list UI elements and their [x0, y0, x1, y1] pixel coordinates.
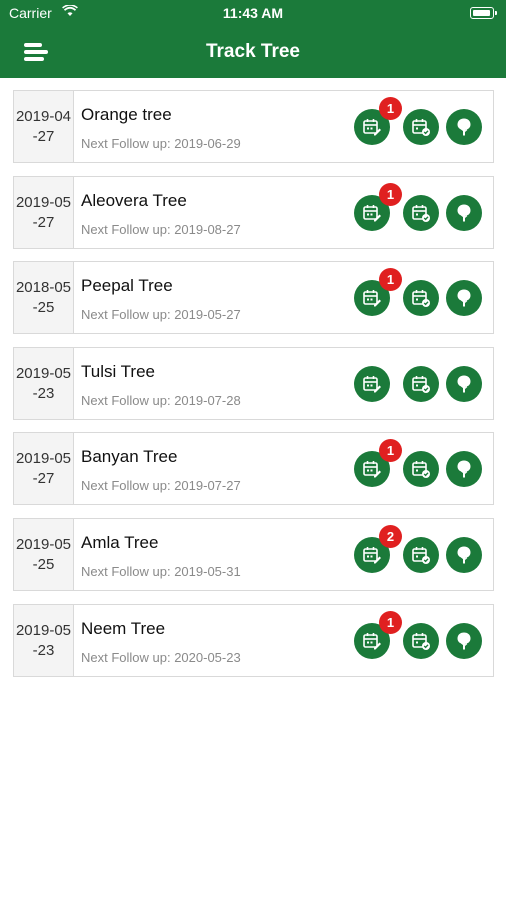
status-bar: Carrier 11:43 AM — [0, 0, 506, 28]
calendar-check-button[interactable] — [403, 365, 439, 402]
notification-badge: 1 — [379, 268, 402, 292]
notification-badge: 1 — [379, 439, 402, 463]
tree-name: Orange tree — [81, 105, 172, 124]
tree-name: Peepal Tree — [81, 276, 173, 296]
next-follow-up: Next Follow up: 2019-07-28 — [81, 392, 241, 408]
planting-date: 2019-05 -23 — [14, 604, 74, 676]
planting-date: 2019-04 -27 — [14, 91, 74, 162]
tree-row[interactable]: 2019-05 -27 Banyan Tree Next Follow up: 20… — [13, 432, 494, 506]
next-follow-up: Next Follow up: 2019-05-31 — [81, 563, 241, 579]
tree-button[interactable] — [446, 194, 482, 231]
tree-button[interactable] — [446, 622, 482, 659]
calendar-edit-button[interactable] — [354, 365, 390, 402]
calendar-check-button[interactable] — [403, 109, 439, 145]
next-follow-up: Next Follow up: 2019-05-27 — [81, 307, 241, 323]
battery-icon — [470, 7, 497, 19]
calendar-check-button[interactable] — [403, 622, 439, 659]
next-follow-up: Next Follow up: 2020-05-23 — [81, 649, 241, 665]
tree-name: Amla Tree — [81, 532, 159, 552]
tree-button[interactable] — [446, 109, 482, 145]
tree-button[interactable] — [446, 280, 482, 317]
next-follow-up: Next Follow up: 2019-08-27 — [81, 221, 241, 237]
notification-badge: 1 — [379, 182, 402, 206]
calendar-check-button[interactable] — [403, 280, 439, 317]
tree-row[interactable]: 2019-04 -27 Orange tree Next Follow up: 20… — [13, 90, 494, 163]
tree-row[interactable]: 2019-05 -23 Neem Tree Next Follow up: 2020… — [13, 603, 494, 677]
page-title: Track Tree — [205, 41, 301, 62]
tree-button[interactable] — [446, 451, 482, 488]
notification-badge: 1 — [379, 610, 402, 634]
tree-button[interactable] — [446, 365, 482, 402]
nav-bar: Track Tree — [0, 28, 506, 78]
planting-date: 2019-05 -27 — [14, 176, 74, 248]
planting-date: 2019-05 -27 — [14, 433, 74, 505]
clock: 11:43 AM — [222, 5, 284, 21]
notification-badge: 1 — [379, 97, 402, 120]
tree-name: Banyan Tree — [81, 447, 178, 467]
tree-row[interactable]: 2018-05 -25 Peepal Tree Next Follow up: 20… — [13, 261, 494, 335]
tree-row[interactable]: 2019-05 -25 Amla Tree Next Follow up: 2019… — [13, 517, 494, 591]
planting-date: 2019-05 -25 — [14, 518, 74, 590]
tree-name: Tulsi Tree — [81, 361, 156, 381]
next-follow-up: Next Follow up: 2019-07-27 — [81, 478, 241, 494]
tree-name: Neem Tree — [81, 618, 166, 638]
calendar-check-button[interactable] — [403, 536, 439, 573]
calendar-check-button[interactable] — [403, 451, 439, 488]
tree-button[interactable] — [446, 536, 482, 573]
planting-date: 2019-05 -23 — [14, 347, 74, 419]
next-follow-up: Next Follow up: 2019-06-29 — [81, 136, 241, 151]
tree-name: Aleovera Tree — [81, 190, 187, 210]
calendar-check-button[interactable] — [403, 194, 439, 231]
tree-row[interactable]: 2019-05 -23 Tulsi Tree Next Follow up: 201… — [13, 346, 494, 420]
tree-row[interactable]: 2019-05 -27 Aleovera Tree Next Follow up: … — [13, 175, 494, 249]
planting-date: 2018-05 -25 — [14, 262, 74, 334]
notification-badge: 2 — [379, 524, 402, 548]
tree-list: 2019-04 -27 Orange tree Next Follow up: 20… — [13, 90, 494, 689]
